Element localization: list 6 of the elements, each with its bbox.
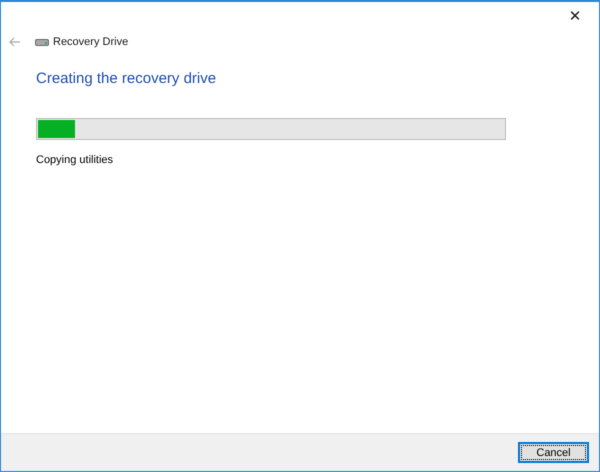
- close-button[interactable]: ✕: [553, 2, 597, 30]
- cancel-button[interactable]: Cancel: [518, 442, 589, 463]
- window-title: Recovery Drive: [53, 36, 128, 48]
- page-heading: Creating the recovery drive: [36, 70, 218, 89]
- drive-icon: [35, 38, 49, 46]
- status-text: Copying utilities: [36, 154, 114, 166]
